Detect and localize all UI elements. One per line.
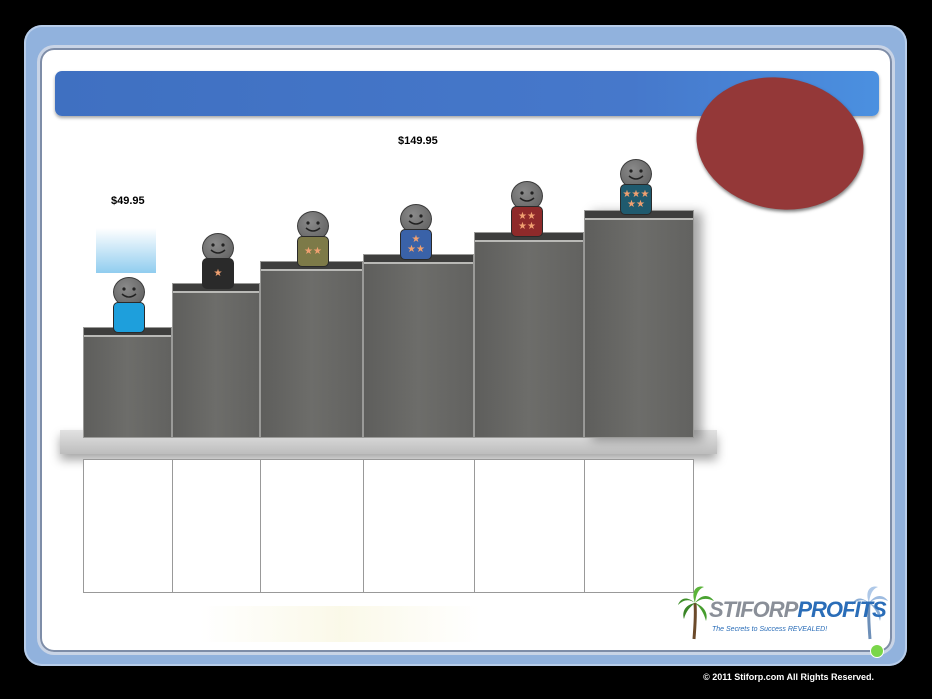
highlight-glow (96, 228, 156, 273)
grid-cell (474, 459, 585, 593)
price-label-low: $49.95 (111, 195, 145, 207)
smiley-figure-icon: ★★ ★★ (510, 181, 544, 251)
star-badge: ★ (202, 258, 234, 289)
grid-cell (83, 459, 173, 593)
comparison-grid (83, 459, 694, 593)
step-2 (172, 283, 260, 438)
step-6 (584, 210, 694, 438)
star-badge (113, 302, 145, 333)
grid-cell (584, 459, 694, 593)
grid-cell (172, 459, 261, 593)
star-badge: ★★ (297, 236, 329, 267)
brand-tagline: The Secrets to Success REVEALED! (712, 626, 828, 633)
smiley-figure-icon: ★ ★★ (399, 204, 433, 274)
faint-highlight (200, 606, 480, 642)
price-label-mid: $149.95 (398, 135, 438, 147)
brand-logo-text: STIFORPPROFITS (709, 597, 887, 622)
star-badge: ★★ ★★ (511, 206, 543, 237)
step-5 (474, 232, 584, 438)
smiley-figure-icon: ★★ (296, 211, 330, 281)
step-3 (260, 261, 363, 438)
grid-cell (260, 459, 364, 593)
copyright-text: © 2011 Stiforp.com All Rights Reserved. (703, 672, 874, 682)
status-dot-icon (870, 644, 884, 658)
smiley-figure-icon: ★★★ ★★ (619, 159, 653, 229)
step-4 (363, 254, 474, 438)
smiley-figure-icon (112, 277, 146, 347)
star-badge: ★ ★★ (400, 229, 432, 260)
smiley-figure-icon: ★ (201, 233, 235, 303)
star-badge: ★★★ ★★ (620, 184, 652, 215)
grid-cell (363, 459, 475, 593)
